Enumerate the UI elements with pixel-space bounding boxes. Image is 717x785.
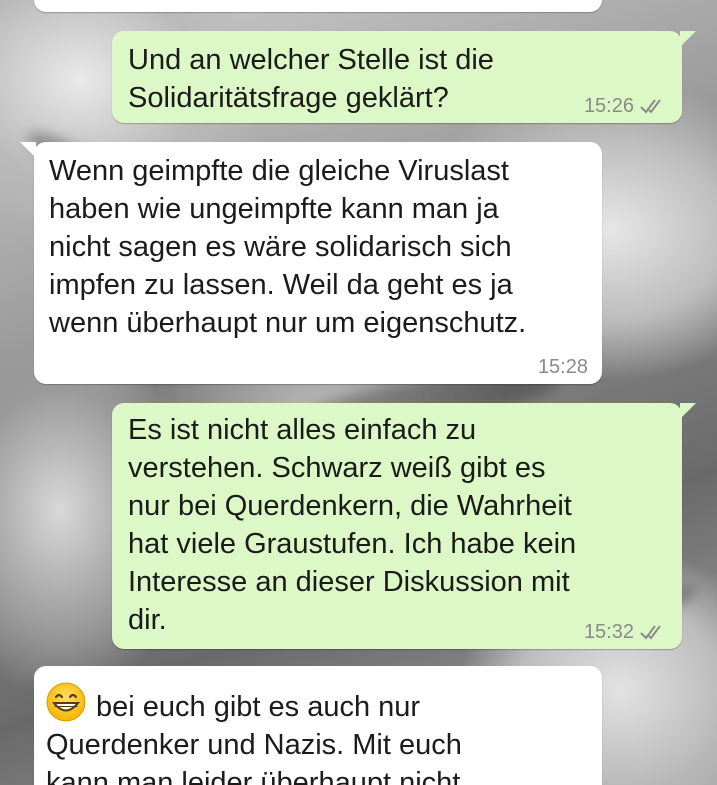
message-time: 15:28	[537, 356, 588, 378]
bubble-tail	[680, 31, 696, 47]
message-meta: 15:28	[538, 357, 588, 377]
double-check-icon	[640, 99, 661, 114]
message-text: Es ist nicht alles einfach zu verstehen.…	[128, 414, 577, 636]
message-bubble-incoming[interactable]: Wenn geimpfte die gleiche Viruslast habe…	[20, 142, 602, 384]
message-bubble-outgoing[interactable]: Es ist nicht alles einfach zu verstehen.…	[112, 403, 696, 649]
grinning-face-emoji	[46, 682, 86, 722]
message-text: Wenn geimpfte die gleiche Viruslast habe…	[49, 155, 527, 339]
message-bubble-outgoing[interactable]: Und an welcher Stelle ist die Solidaritä…	[112, 31, 696, 123]
bubble-tail	[20, 142, 36, 158]
message-meta: 15:26	[584, 96, 668, 116]
previous-message-bubble	[34, 0, 602, 12]
message-time: 15:26	[583, 95, 634, 117]
message-time: 15:32	[583, 621, 634, 643]
message-meta: 15:32	[584, 622, 668, 642]
message-text-content: bei euch gibt es auch nur Querdenker und…	[46, 691, 462, 785]
message-bubble-incoming[interactable]: bei euch gibt es auch nur Querdenker und…	[34, 666, 602, 785]
message-text: bei euch gibt es auch nur Querdenker und…	[46, 682, 586, 785]
bubble-tail	[680, 403, 696, 419]
bubble-tail	[34, 666, 36, 682]
double-check-icon	[640, 625, 661, 640]
